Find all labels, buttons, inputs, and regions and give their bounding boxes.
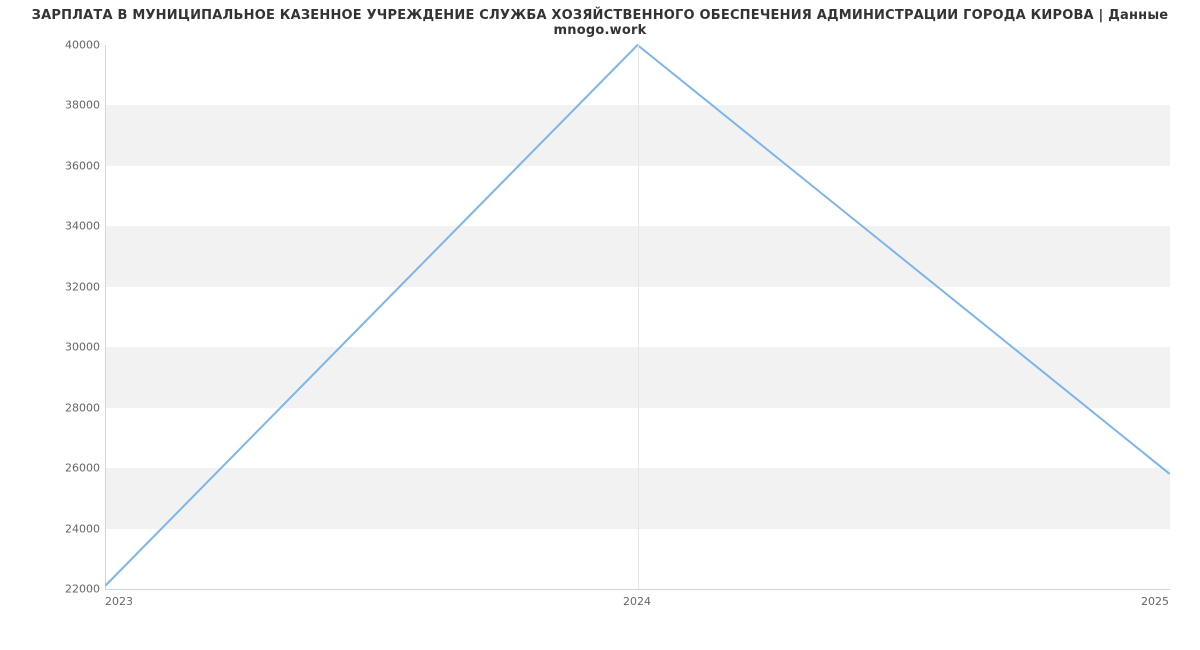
- y-tick-label: 36000: [40, 159, 100, 172]
- plot-area: [105, 45, 1170, 590]
- chart-title: ЗАРПЛАТА В МУНИЦИПАЛЬНОЕ КАЗЕННОЕ УЧРЕЖД…: [0, 8, 1200, 38]
- y-tick-label: 22000: [40, 583, 100, 596]
- y-tick-label: 26000: [40, 462, 100, 475]
- salary-line-chart: ЗАРПЛАТА В МУНИЦИПАЛЬНОЕ КАЗЕННОЕ УЧРЕЖД…: [0, 0, 1200, 650]
- y-tick-label: 34000: [40, 220, 100, 233]
- v-gridline: [638, 45, 639, 589]
- x-tick-label: 2025: [1141, 595, 1169, 608]
- y-tick-label: 28000: [40, 401, 100, 414]
- y-tick-label: 32000: [40, 280, 100, 293]
- y-tick-label: 24000: [40, 522, 100, 535]
- x-tick-label: 2024: [623, 595, 651, 608]
- x-tick-label: 2023: [105, 595, 133, 608]
- y-tick-label: 40000: [40, 39, 100, 52]
- y-tick-label: 30000: [40, 341, 100, 354]
- y-tick-label: 38000: [40, 99, 100, 112]
